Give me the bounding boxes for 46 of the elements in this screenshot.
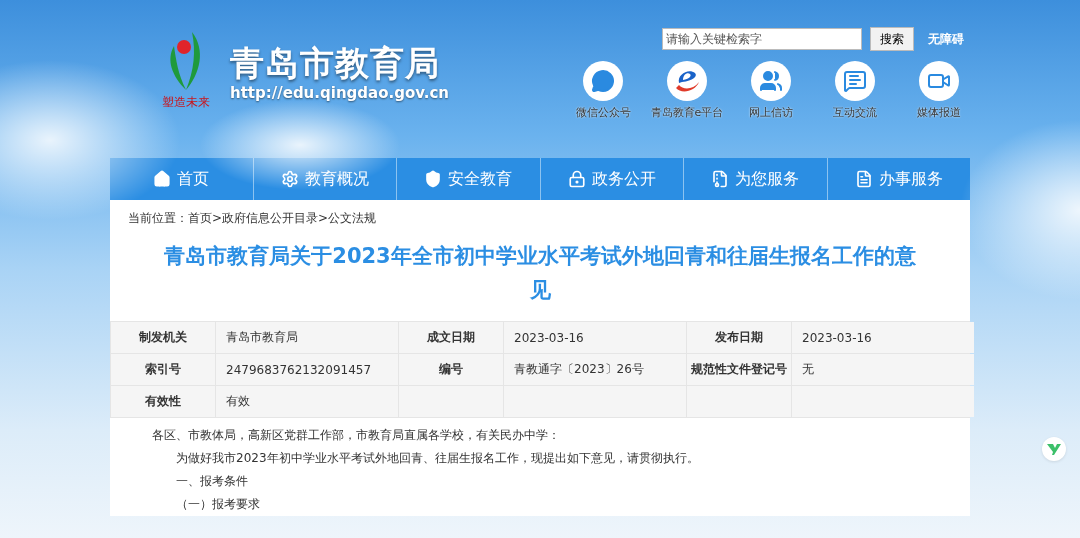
table-cell: 有效 xyxy=(216,386,398,417)
quick-link-button[interactable] xyxy=(835,61,875,101)
accessibility-link[interactable]: 无障碍 xyxy=(928,30,964,48)
table-label: 制发机关 xyxy=(111,322,215,353)
floating-widget-button[interactable] xyxy=(1042,437,1066,461)
article-title: 青岛市教育局关于2023年全市初中学业水平考试外地回青和往届生报名工作的意见 xyxy=(163,243,917,304)
gear-icon xyxy=(280,170,299,188)
home-icon xyxy=(153,170,172,188)
quick-link-label[interactable]: 网上信访 xyxy=(749,105,793,120)
paragraph: 一、报考条件 xyxy=(175,473,249,490)
breadcrumb[interactable]: 当前位置：首页>政府信息公开目录>公文法规 xyxy=(128,210,377,227)
zip-file-icon xyxy=(711,170,730,188)
paragraph: 为做好我市2023年初中学业水平考试外地回青、往届生报名工作，现提出如下意见，请贯彻执行。 xyxy=(175,450,700,467)
document-icon xyxy=(854,170,873,188)
paragraph: （一）报考要求 xyxy=(175,496,261,513)
quick-link-button[interactable] xyxy=(919,61,959,101)
table-cell: 2023-03-16 xyxy=(504,322,686,353)
table-label: 有效性 xyxy=(111,386,215,417)
table-label: 索引号 xyxy=(111,354,215,385)
quick-link-button[interactable] xyxy=(751,61,791,101)
table-label: 编号 xyxy=(399,354,503,385)
table-label: 规范性文件登记号 xyxy=(687,354,791,385)
quick-link-label[interactable]: 微信公众号 xyxy=(575,105,631,120)
quick-link-button[interactable] xyxy=(667,61,707,101)
table-cell: 2479683762132091457 xyxy=(216,354,398,385)
search-button[interactable]: 搜索 xyxy=(870,27,914,51)
lock-icon xyxy=(567,170,586,188)
table-label: 发布日期 xyxy=(687,322,791,353)
people-icon xyxy=(759,69,783,93)
shield-icon xyxy=(424,170,443,188)
logo-motto: 塑造未来 xyxy=(162,94,210,111)
quick-link-button[interactable] xyxy=(583,61,623,101)
site-name: 青岛市教育局 xyxy=(230,42,441,84)
message-icon xyxy=(843,69,867,93)
quick-link-label[interactable]: 媒体报道 xyxy=(917,105,961,120)
paragraph: 各区、市教体局，高新区党群工作部，市教育局直属各学校，有关民办中学： xyxy=(152,427,561,444)
nav-item[interactable]: 首页 xyxy=(110,158,253,200)
table-cell: 青教通字〔2023〕26号 xyxy=(504,354,686,385)
search-field[interactable]: 请输入关键检索字 xyxy=(662,28,862,50)
table-label: 成文日期 xyxy=(399,322,503,353)
quick-link-label[interactable]: 互动交流 xyxy=(833,105,877,120)
quick-link-label[interactable]: 青岛教育e平台 xyxy=(650,105,724,120)
table-cell: 无 xyxy=(792,354,974,385)
site-url: http://edu.qingdao.gov.cn xyxy=(230,84,450,102)
table-cell: 青岛市教育局 xyxy=(216,322,398,353)
table-cell: 2023-03-16 xyxy=(792,322,974,353)
